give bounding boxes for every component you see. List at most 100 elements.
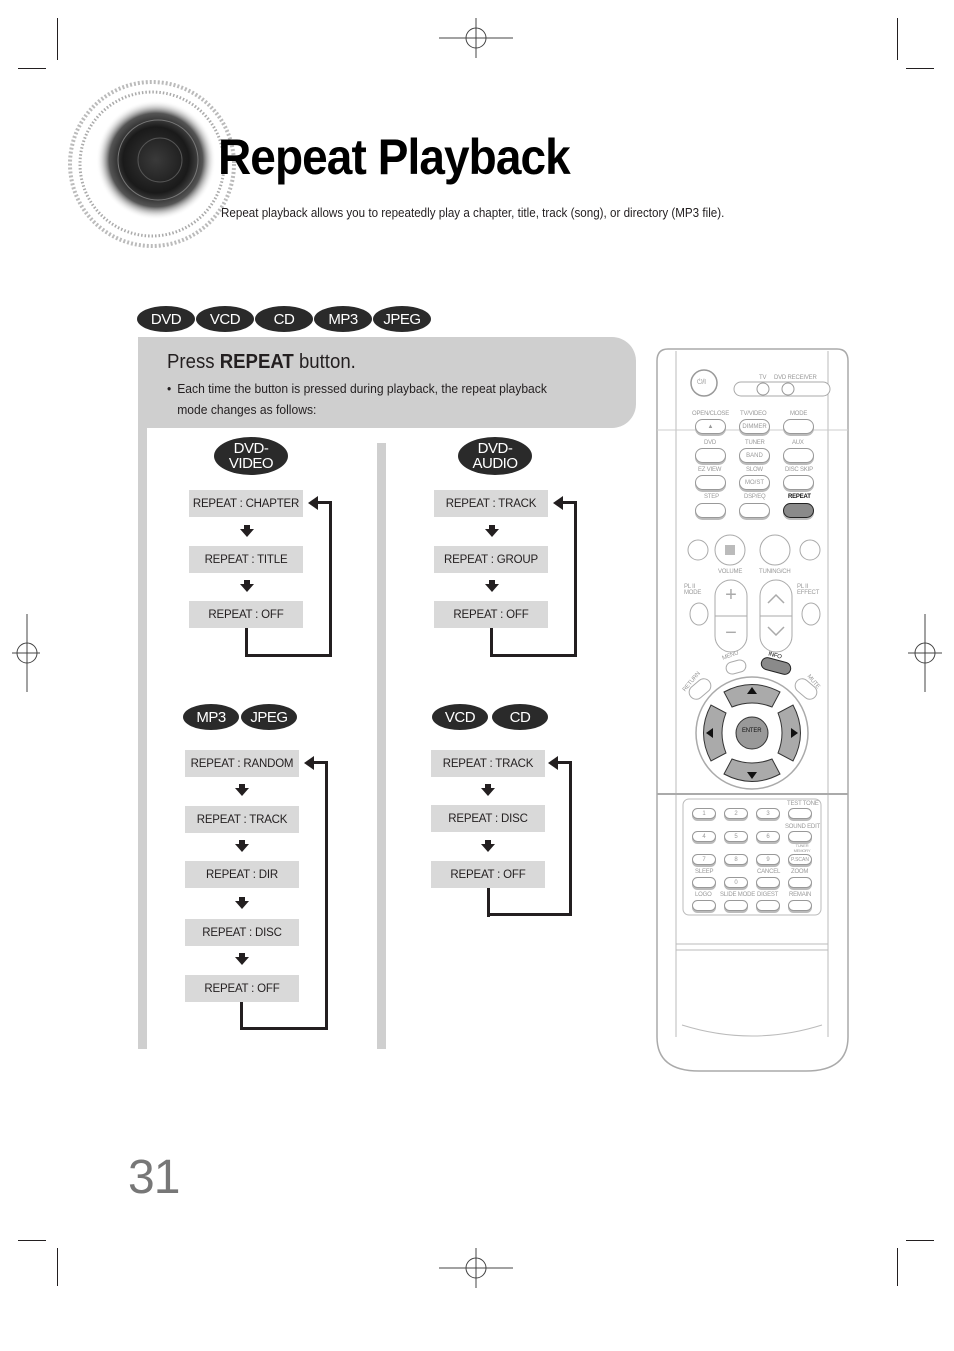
dsp-eq-label: DSP/EQ	[744, 494, 766, 500]
repeat-mode-box: REPEAT : CHAPTER	[189, 490, 303, 517]
loop-line	[569, 761, 572, 916]
dvd-button[interactable]	[695, 448, 726, 463]
dsp-eq-button[interactable]	[739, 503, 770, 518]
mo-st-button[interactable]: MO/ST	[739, 475, 770, 490]
loop-arrow-icon	[308, 496, 318, 510]
repeat-mode-box: REPEAT : DISC	[185, 919, 299, 946]
repeat-mode-box: REPEAT : DIR	[185, 861, 299, 888]
aux-button[interactable]	[783, 448, 814, 463]
instruction-title: Press REPEAT button.	[167, 351, 356, 374]
disc-skip-button[interactable]	[783, 475, 814, 490]
logo-label: LOGO	[695, 892, 712, 898]
loop-line	[245, 654, 332, 657]
digit-1-button[interactable]: 1	[692, 808, 716, 819]
panel-divider	[377, 443, 386, 1049]
open-close-button[interactable]: ▲	[695, 419, 726, 434]
sleep-button[interactable]	[692, 877, 716, 888]
repeat-mode-box: REPEAT : RANDOM	[185, 750, 299, 777]
registration-mark	[439, 1248, 513, 1288]
dvd-receiver-label: DVD RECEIVER	[774, 375, 817, 381]
flow-badge-dvd-video: DVD- VIDEO	[214, 437, 288, 475]
loop-line	[325, 761, 328, 1030]
digest-button[interactable]	[756, 900, 780, 911]
zoom-button[interactable]	[788, 877, 812, 888]
step-button[interactable]	[695, 503, 726, 518]
digit-9-button[interactable]: 9	[756, 854, 780, 865]
sound-edit-button[interactable]	[788, 831, 812, 842]
cancel-button[interactable]	[756, 877, 780, 888]
repeat-mode-box: REPEAT : TRACK	[434, 490, 548, 517]
registration-mark	[908, 614, 942, 692]
remain-button[interactable]	[788, 900, 812, 911]
tv-video-label: TV/VIDEO	[740, 411, 767, 417]
disc-badge-dvd: DVD	[137, 306, 195, 332]
registration-mark	[439, 18, 513, 58]
open-close-label: OPEN/CLOSE	[692, 411, 730, 417]
digit-4-button[interactable]: 4	[692, 831, 716, 842]
repeat-mode-box: REPEAT : GROUP	[434, 546, 548, 573]
crop-mark	[906, 68, 934, 69]
badge-line: VIDEO	[228, 455, 274, 472]
p-scan-button[interactable]: P.SCAN	[788, 854, 812, 865]
registration-mark	[12, 614, 40, 692]
sound-edit-label: SOUND EDIT	[785, 824, 821, 830]
enter-button[interactable]: ENTER	[742, 728, 762, 734]
down-arrow-icon	[235, 953, 249, 965]
page-title: Repeat Playback	[218, 129, 571, 185]
svg-text:−: −	[725, 622, 737, 644]
crop-mark	[897, 1248, 898, 1286]
bullet-text: Each time the button is pressed during p…	[177, 381, 547, 417]
logo-button[interactable]	[692, 900, 716, 911]
loop-line	[316, 501, 332, 504]
panel-border-left	[138, 337, 147, 1049]
down-arrow-icon	[240, 580, 254, 592]
flow-badge-jpeg: JPEG	[241, 704, 297, 730]
digit-7-button[interactable]: 7	[692, 854, 716, 865]
badge-line: AUDIO	[472, 455, 518, 472]
tuner-memory-label: TUNER MEMORY	[793, 843, 811, 853]
crop-mark	[906, 1240, 934, 1241]
power-button-label[interactable]: ⏻/I	[697, 379, 706, 387]
repeat-mode-box: REPEAT : OFF	[185, 975, 299, 1002]
page-subtitle: Repeat playback allows you to repeatedly…	[221, 206, 725, 220]
band-button[interactable]: BAND	[739, 448, 770, 463]
crop-mark	[18, 1240, 46, 1241]
digit-0-button[interactable]: 0	[724, 877, 748, 888]
remote-control: + − ⏻/I TV DVD RECEIVER OPEN/CLOSE TV/VI…	[656, 347, 849, 1073]
tuner-label: TUNER	[745, 440, 765, 446]
mode-button[interactable]	[783, 419, 814, 434]
down-arrow-icon	[235, 784, 249, 796]
badge-line: DVD-	[233, 440, 269, 457]
repeat-mode-box: REPEAT : OFF	[434, 601, 548, 628]
digit-8-button[interactable]: 8	[724, 854, 748, 865]
disc-skip-label: DISC SKIP	[785, 467, 813, 473]
test-tone-button[interactable]	[788, 808, 812, 819]
loop-line	[245, 628, 248, 657]
digit-2-button[interactable]: 2	[724, 808, 748, 819]
crop-mark	[18, 68, 46, 69]
repeat-label: REPEAT	[788, 494, 811, 500]
down-arrow-icon	[485, 525, 499, 537]
repeat-button[interactable]	[783, 503, 814, 518]
down-arrow-icon	[481, 840, 495, 852]
digit-5-button[interactable]: 5	[724, 831, 748, 842]
disc-badge-vcd: VCD	[196, 306, 254, 332]
loop-line	[561, 501, 577, 504]
dimmer-button[interactable]: DIMMER	[739, 419, 770, 434]
down-arrow-icon	[481, 784, 495, 796]
tv-label: TV	[759, 375, 767, 381]
ez-view-button[interactable]	[695, 475, 726, 490]
volume-label: VOLUME	[718, 569, 743, 575]
cancel-label: CANCEL	[757, 869, 781, 875]
disc-badge-cd: CD	[255, 306, 313, 332]
slide-mode-button[interactable]	[724, 900, 748, 911]
disc-badge-jpeg: JPEG	[373, 306, 431, 332]
loop-arrow-icon	[548, 756, 558, 770]
down-arrow-icon	[235, 897, 249, 909]
loop-line	[312, 761, 328, 764]
down-arrow-icon	[485, 580, 499, 592]
digit-3-button[interactable]: 3	[756, 808, 780, 819]
repeat-mode-box: REPEAT : OFF	[431, 861, 545, 888]
crop-mark	[57, 18, 58, 60]
digit-6-button[interactable]: 6	[756, 831, 780, 842]
